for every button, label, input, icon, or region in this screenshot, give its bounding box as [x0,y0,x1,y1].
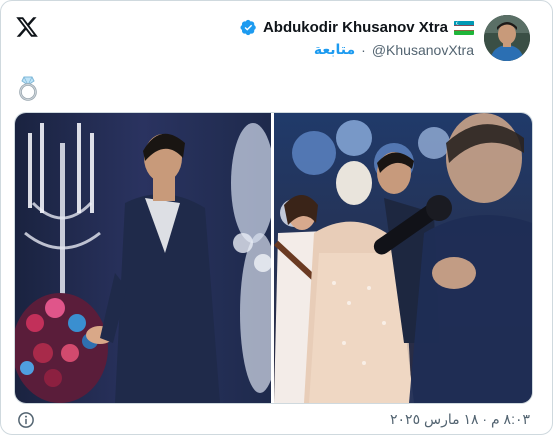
media-image-left[interactable] [15,113,271,403]
handle[interactable]: @KhusanovXtra [372,42,474,58]
ring-icon [19,76,37,101]
timestamp[interactable]: ٨:٠٣ م · ١٨ مارس ٢٠٢٥ [390,411,530,428]
media-image-right[interactable] [274,113,532,403]
x-logo-icon[interactable] [15,15,39,39]
tweet-card[interactable]: Abdukodir Khusanov Xtra متابعة · @Khusan… [0,0,553,435]
follow-button[interactable]: متابعة [314,41,355,58]
verified-badge-icon [240,19,256,36]
media-grid[interactable] [14,112,533,404]
avatar[interactable] [484,15,530,61]
name-row: Abdukodir Khusanov Xtra [240,19,474,36]
separator-dot: · [361,41,366,58]
uzbekistan-flag-icon [454,20,474,35]
handle-row: متابعة · @KhusanovXtra [314,41,474,58]
display-name[interactable]: Abdukodir Khusanov Xtra [263,19,448,36]
info-icon[interactable] [17,411,35,429]
